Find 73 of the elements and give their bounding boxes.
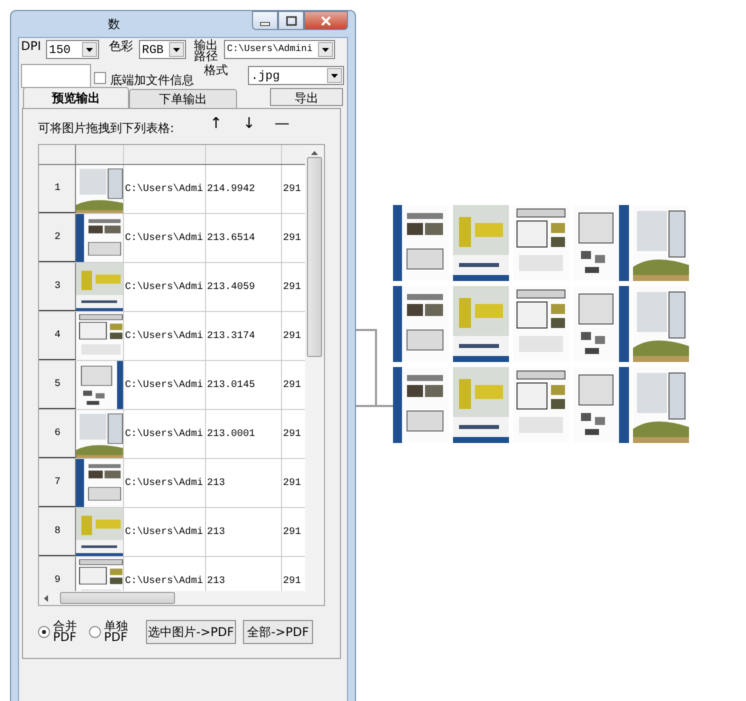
- minimize-button[interactable]: [252, 11, 278, 30]
- caret-icon: [331, 74, 338, 78]
- table-cell-text: 291: [282, 280, 302, 294]
- format-label: 格式: [204, 64, 228, 77]
- close-button[interactable]: [304, 11, 348, 30]
- radio-label: 单独 PDF: [104, 621, 128, 643]
- table-cell: C:\Users\Admi: [124, 361, 206, 409]
- text-field[interactable]: [21, 64, 91, 88]
- vertical-scrollbar[interactable]: [305, 145, 324, 591]
- maximize-button[interactable]: [278, 11, 304, 30]
- dpi-label: DPI: [21, 40, 42, 53]
- table-cell: C:\Users\Admi: [124, 165, 206, 213]
- table-cell-text: 291: [282, 378, 302, 392]
- table-cell: C:\Users\Admi: [124, 263, 206, 311]
- caret-icon: [173, 48, 180, 52]
- row-number: 4: [39, 312, 76, 360]
- table-cell: 213: [206, 459, 282, 507]
- table-cell-text: 291: [282, 428, 302, 442]
- table-cell: 213: [206, 508, 282, 556]
- dpi-dropdown[interactable]: 150: [46, 40, 100, 59]
- table-cell: 214.9942: [206, 165, 282, 213]
- caret-icon: [86, 48, 94, 52]
- radio-button[interactable]: [38, 626, 50, 638]
- radio-button[interactable]: [89, 626, 101, 638]
- table-cell: 213.0001: [206, 410, 282, 458]
- move-down-button[interactable]: ↓: [239, 112, 260, 134]
- pdf-button[interactable]: 全部->PDF: [243, 620, 313, 644]
- table-cell-text: 291: [282, 526, 302, 540]
- format-dropdown[interactable]: .jpg: [248, 66, 344, 85]
- window-title: 数: [107, 16, 120, 33]
- close-icon: [319, 14, 333, 26]
- horizontal-scrollbar[interactable]: [39, 591, 324, 605]
- row-number: 7: [39, 459, 76, 507]
- table-cell: C:\Users\Admi: [124, 459, 206, 507]
- table-cell-text: 291: [282, 330, 302, 344]
- table-cell: 213.0145: [206, 361, 282, 409]
- table-cell: C:\Users\Admi: [124, 214, 206, 262]
- drag-hint: 可将图片拖拽到下列表格:: [38, 120, 174, 137]
- color-dropdown[interactable]: RGB: [139, 40, 186, 59]
- row-number: 2: [39, 214, 76, 262]
- row-number: 9: [39, 557, 76, 591]
- tab[interactable]: 预览输出: [23, 87, 129, 108]
- pdf-button[interactable]: 选中图片->PDF: [146, 620, 236, 644]
- checkbox[interactable]: [94, 72, 106, 84]
- checkbox-label: 底端加文件信息: [110, 74, 194, 87]
- row-number: 5: [39, 361, 76, 409]
- remove-button[interactable]: —: [272, 112, 292, 134]
- table-cell-text: 291: [282, 574, 302, 588]
- table-cell-text: 291: [282, 476, 302, 490]
- table-cell: 213.4059: [206, 263, 282, 311]
- output-path-label: 输出 路径: [194, 40, 218, 62]
- up-arrow-icon: [311, 151, 318, 155]
- export-button[interactable]: 导出: [270, 88, 343, 106]
- row-number: 3: [39, 263, 76, 311]
- table-cell: 213.3174: [206, 312, 282, 360]
- table-cell-text: 291: [282, 182, 302, 196]
- table-cell: C:\Users\Admi: [124, 410, 206, 458]
- radio-label: 合并 PDF: [53, 621, 77, 643]
- table-cell: C:\Users\Admi: [124, 312, 206, 360]
- maximize-icon: [284, 14, 298, 26]
- tab[interactable]: 下单输出: [129, 89, 237, 108]
- row-number: 6: [39, 410, 76, 458]
- row-number: 1: [39, 165, 76, 213]
- output-path-dropdown[interactable]: C:\Users\Admini: [224, 40, 336, 59]
- row-number: 8: [39, 508, 76, 556]
- left-arrow-icon: [44, 594, 48, 602]
- caret-icon: [322, 48, 330, 52]
- table-cell-text: 291: [282, 232, 302, 246]
- table-cell: 213.6514: [206, 214, 282, 262]
- table-cell: C:\Users\Admi: [124, 508, 206, 556]
- minimize-icon: [260, 22, 270, 26]
- move-up-button[interactable]: ↑: [206, 112, 226, 134]
- color-label: 色彩: [109, 40, 134, 53]
